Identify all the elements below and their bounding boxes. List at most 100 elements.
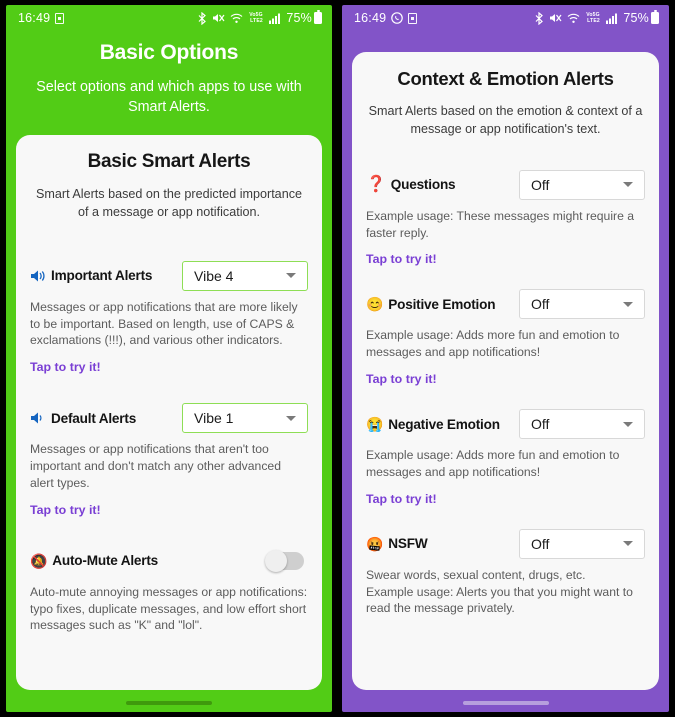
- option-negative-emotion: 😭 Negative Emotion Off Example usage: Ad…: [366, 408, 645, 506]
- mute-icon: [212, 12, 225, 24]
- tap-to-try-link[interactable]: Tap to try it!: [366, 372, 645, 386]
- option-header: ❓ Questions Off: [366, 169, 645, 201]
- tap-to-try-link[interactable]: Tap to try it!: [30, 503, 308, 517]
- dropdown-value: Off: [531, 176, 550, 193]
- smiling-face-icon: 😊: [366, 296, 384, 313]
- option-important-alerts: Important Alerts Vibe 4 Messages or app …: [30, 260, 308, 374]
- option-header: 😊 Positive Emotion Off: [366, 288, 645, 320]
- card-header: Basic Smart Alerts Smart Alerts based on…: [16, 135, 322, 222]
- option-label: Auto-Mute Alerts: [52, 553, 159, 569]
- speaker-low-icon: [30, 411, 46, 425]
- battery-icon: [314, 10, 322, 24]
- wifi-icon: [230, 13, 243, 24]
- option-positive-emotion: 😊 Positive Emotion Off Example usage: Ad…: [366, 288, 645, 386]
- chevron-down-icon: [623, 421, 633, 427]
- dropdown-value: Off: [531, 535, 550, 552]
- chevron-down-icon: [623, 182, 633, 188]
- status-clock: 16:49: [354, 11, 387, 25]
- option-description: Messages or app notifications that are m…: [30, 299, 298, 348]
- chevron-down-icon: [286, 415, 296, 421]
- network-type-icon: Vo5G LTE2: [249, 12, 264, 24]
- option-label: Negative Emotion: [388, 416, 500, 432]
- option-label: Important Alerts: [51, 268, 153, 284]
- option-auto-mute-alerts: 🔕 Auto-Mute Alerts Auto-mute annoying me…: [30, 545, 308, 634]
- nsfw-dropdown[interactable]: Off: [519, 528, 645, 559]
- option-header: 🤬 NSFW Off: [366, 528, 645, 560]
- dropdown-value: Off: [531, 296, 550, 313]
- option-label: Default Alerts: [51, 410, 137, 426]
- option-questions: ❓ Questions Off Example usage: These mes…: [366, 169, 645, 266]
- wifi-icon: [567, 13, 580, 24]
- important-alerts-dropdown[interactable]: Vibe 4: [182, 260, 308, 291]
- card-header: Context & Emotion Alerts Smart Alerts ba…: [352, 52, 659, 139]
- option-description: Auto-mute annoying messages or app notif…: [30, 584, 308, 633]
- signal-icon: [269, 13, 281, 24]
- dropdown-value: Vibe 1: [194, 410, 234, 427]
- home-indicator[interactable]: [126, 701, 212, 705]
- option-label: Questions: [390, 177, 456, 193]
- option-header: Default Alerts Vibe 1: [30, 402, 308, 434]
- negative-emotion-dropdown[interactable]: Off: [519, 409, 645, 440]
- phone-screen-context-emotion: 16:49 Vo5G LTE2 75% Context & Emotion Al…: [338, 0, 675, 717]
- auto-mute-toggle[interactable]: [265, 549, 304, 572]
- dropdown-value: Off: [531, 416, 550, 433]
- sim-icon: [55, 12, 65, 24]
- page-subtitle: Select options and which apps to use wit…: [36, 79, 302, 116]
- card-title: Context & Emotion Alerts: [397, 68, 614, 89]
- positive-emotion-dropdown[interactable]: Off: [519, 289, 645, 320]
- chevron-down-icon: [623, 541, 633, 547]
- crying-face-icon: 😭: [366, 416, 384, 433]
- page-header-left: Basic Options Select options and which a…: [6, 31, 332, 118]
- option-label-group: 😊 Positive Emotion: [366, 296, 496, 313]
- page-title: Basic Options: [99, 41, 239, 64]
- option-label-group: Important Alerts: [30, 268, 152, 283]
- battery-percent: 75%: [623, 11, 649, 25]
- option-header: Important Alerts Vibe 4: [30, 260, 308, 292]
- screen-content-green: 16:49 Vo5G LTE2 75% Basic Options Select…: [6, 5, 332, 712]
- tap-to-try-link[interactable]: Tap to try it!: [366, 252, 645, 266]
- card-options-list: Important Alerts Vibe 4 Messages or app …: [16, 222, 322, 634]
- dropdown-value: Vibe 4: [194, 267, 234, 284]
- sim-icon: [408, 12, 418, 24]
- mute-icon: [549, 12, 562, 24]
- basic-smart-alerts-card: Basic Smart Alerts Smart Alerts based on…: [16, 135, 322, 690]
- toggle-knob: [265, 549, 287, 572]
- cursing-face-icon: 🤬: [366, 535, 384, 552]
- questions-dropdown[interactable]: Off: [519, 169, 645, 200]
- card-options-list: ❓ Questions Off Example usage: These mes…: [352, 139, 659, 617]
- option-description: Example usage: Adds more fun and emotion…: [366, 328, 620, 360]
- status-clock: 16:49: [18, 11, 51, 25]
- option-label-group: 🔕 Auto-Mute Alerts: [30, 553, 158, 568]
- option-default-alerts: Default Alerts Vibe 1 Messages or app no…: [30, 402, 308, 517]
- speaker-loud-icon: [30, 269, 46, 283]
- home-indicator[interactable]: [462, 701, 549, 705]
- tap-to-try-link[interactable]: Tap to try it!: [366, 492, 645, 506]
- option-description: Example usage: These messages might requ…: [366, 208, 635, 240]
- option-label-group: 🤬 NSFW: [366, 535, 428, 552]
- card-title: Basic Smart Alerts: [87, 151, 251, 172]
- question-mark-icon: ❓: [366, 175, 386, 193]
- network-type-icon: Vo5G LTE2: [586, 12, 601, 24]
- bell-slash-icon: 🔕: [30, 552, 48, 569]
- option-description: Example usage: Adds more fun and emotion…: [366, 448, 620, 479]
- bluetooth-icon: [535, 11, 544, 25]
- context-emotion-alerts-card: Context & Emotion Alerts Smart Alerts ba…: [352, 52, 659, 690]
- screen-content-purple: 16:49 Vo5G LTE2 75% Context & Emotion Al…: [342, 5, 669, 712]
- battery-indicator: 75%: [286, 10, 322, 25]
- option-header: 😭 Negative Emotion Off: [366, 408, 645, 440]
- status-bar-left-group: 16:49: [354, 11, 418, 25]
- status-bar-right-group: Vo5G LTE2 75%: [198, 10, 322, 25]
- tap-to-try-link[interactable]: Tap to try it!: [30, 360, 308, 374]
- option-label-group: Default Alerts: [30, 411, 136, 426]
- battery-percent: 75%: [286, 11, 312, 25]
- option-header: 🔕 Auto-Mute Alerts: [30, 545, 308, 577]
- status-bar-left: 16:49 Vo5G LTE2 75%: [6, 5, 332, 31]
- default-alerts-dropdown[interactable]: Vibe 1: [182, 403, 308, 434]
- phone-screen-basic-options: 16:49 Vo5G LTE2 75% Basic Options Select…: [0, 0, 338, 717]
- whatsapp-icon: [391, 12, 404, 24]
- card-subtitle: Smart Alerts based on the predicted impo…: [35, 187, 302, 219]
